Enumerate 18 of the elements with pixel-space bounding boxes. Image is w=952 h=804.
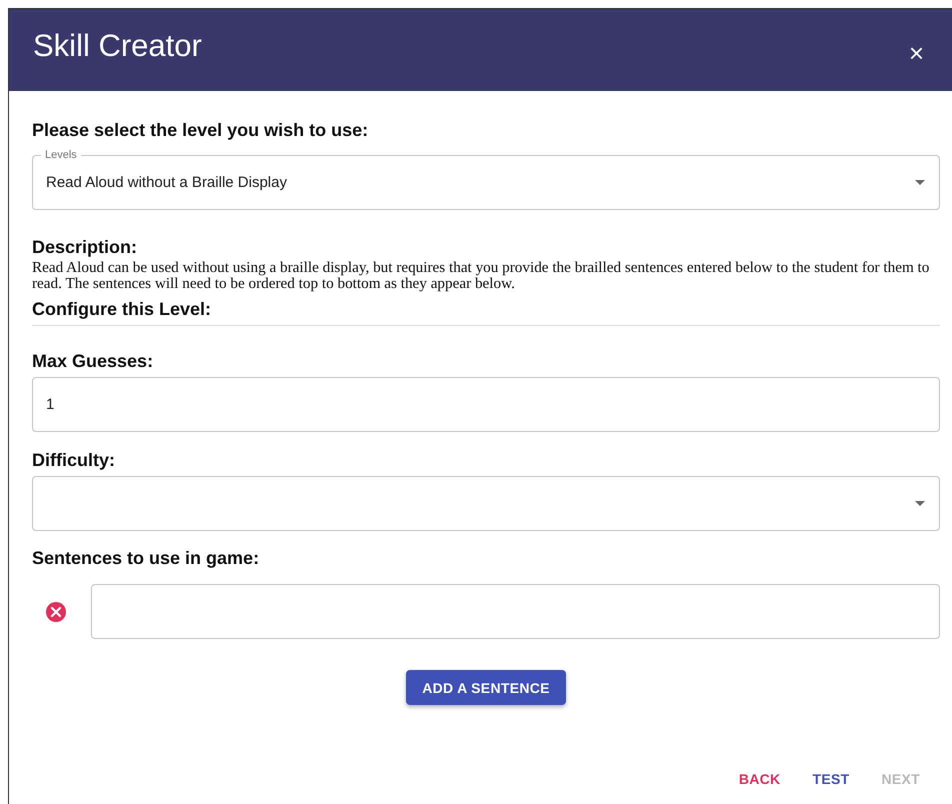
close-button[interactable]: ×: [904, 38, 928, 68]
add-sentence-button[interactable]: ADD A SENTENCE: [406, 670, 566, 705]
section-heading: Max Guesses:: [32, 350, 154, 372]
section-heading: Configure this Level:: [32, 298, 212, 320]
dialog-title: Skill Creator: [33, 28, 202, 65]
remove-icon[interactable]: [45, 600, 67, 622]
footer-button[interactable]: TEST: [798, 765, 864, 793]
section-heading: Sentences to use in game:: [32, 547, 260, 569]
dropdown-arrow-icon: [915, 501, 925, 506]
section-heading: Description:: [32, 236, 138, 258]
section-heading: Please select the level you wish to use:: [32, 119, 370, 141]
section-heading: Difficulty:: [32, 449, 116, 471]
description-text: Read Aloud can be used without using a braille display, but requires that you provide the brailled sentences entered below to the student for them to read. The sentences will need to be ordered top to bottom as they appear below.: [32, 260, 930, 292]
input-field[interactable]: 1: [32, 377, 940, 432]
dropdown-arrow-icon: [915, 180, 925, 185]
input-field[interactable]: [91, 584, 940, 639]
footer-button[interactable]: BACK: [724, 765, 794, 793]
dropdown-field[interactable]: [32, 476, 940, 531]
